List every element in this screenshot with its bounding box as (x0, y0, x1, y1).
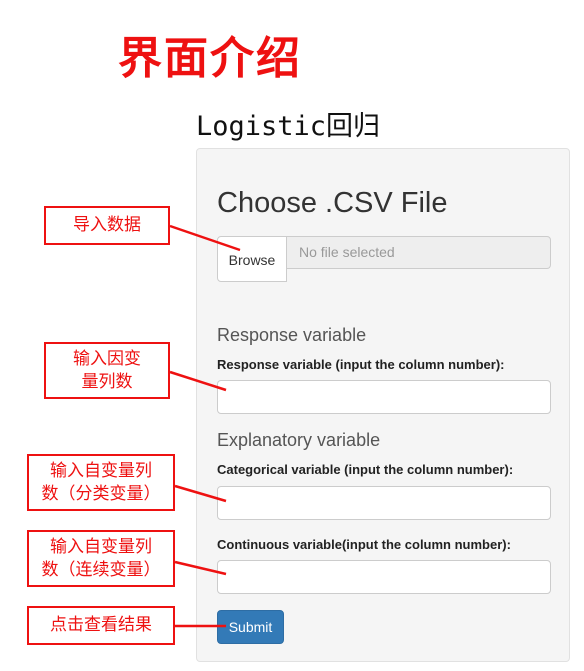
arrow-categorical (174, 484, 227, 503)
arrow-response (169, 370, 227, 392)
arrow-import-data (169, 224, 241, 252)
arrow-continuous (174, 560, 227, 576)
annotation-arrows (169, 224, 241, 628)
